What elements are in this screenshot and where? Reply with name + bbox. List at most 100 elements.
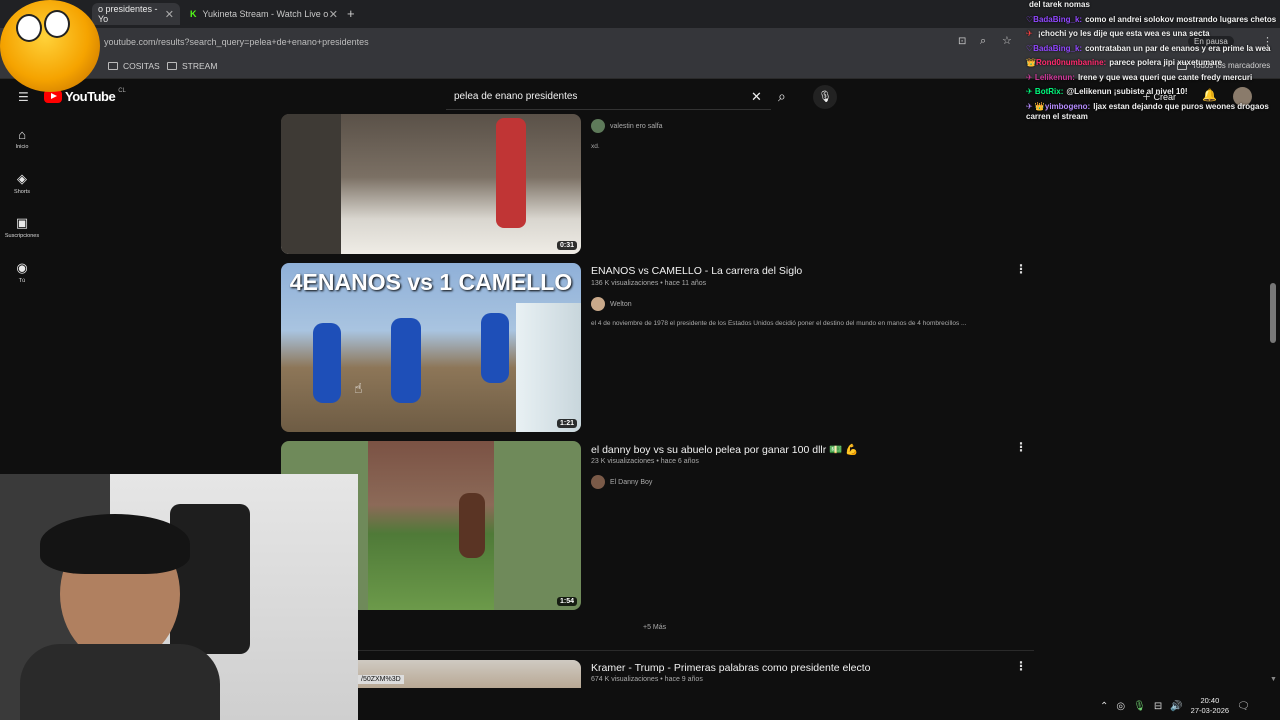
channel-link[interactable]: El Danny Boy [591,475,652,489]
chat-message: ✈ BotRix: @Lelikenun ¡subiste al nivel 10… [1026,87,1280,97]
chat-text: como el andrei solokov mostrando lugares… [1085,14,1277,24]
microphone-icon[interactable]: 🎙 [1133,701,1146,712]
sidebar-item-inicio[interactable]: ⌂ Inicio [0,127,44,150]
tab-kick-stream[interactable]: K Yukineta Stream - Watch Live o ✕ [184,3,344,25]
folder-icon [108,62,118,70]
thumbnail-text: 4ENANOS vs 1 CAMELLO [289,269,573,295]
home-icon: ⌂ [18,127,26,142]
chat-username[interactable]: ♡BadaBing_k: [1026,44,1082,53]
divider [358,650,1034,651]
more-actions-icon[interactable]: ⋮ [1015,440,1027,454]
tab-youtube-results[interactable]: o presidentes - Yo ✕ [92,3,180,25]
thumbnail-figure [313,323,341,403]
thumbnail-fence [516,303,581,432]
video-meta: 23 K visualizaciones • hace 6 años [591,458,699,465]
network-icon[interactable]: ⊟ [1154,701,1162,712]
channel-avatar [591,119,605,133]
url-fragment: /50ZXM%3D [358,675,404,684]
bookmark-label: COSITAS [123,61,160,71]
view-count: 23 K visualizaciones [591,458,655,465]
search-icon[interactable]: ⌕ [778,88,786,105]
chat-message: ✈ 👑yimbogeno: ljax estan dejando que puro… [1026,102,1280,122]
chevron-up-icon[interactable]: ⌃ [1100,701,1108,712]
chat-message: 👑Rond0numbanine: parece polera jipi xuxet… [1026,58,1280,68]
video-thumbnail[interactable]: 0:31 [281,114,581,254]
bookmark-stream[interactable]: STREAM [167,61,217,71]
hand-cursor-icon: ☝ [354,380,363,396]
sidebar-item-label: Shorts [14,189,30,195]
duration-badge: 0:31 [556,241,577,250]
notifications-icon[interactable]: 🗨 [1237,701,1250,712]
chat-username[interactable]: ✈ BotRix: [1026,87,1063,96]
channel-name: valestin ero salfa [610,122,663,130]
more-actions-icon[interactable]: ⋮ [1015,262,1027,276]
chat-username[interactable]: ✈ 👑yimbogeno: [1026,102,1090,111]
clock[interactable]: 20:40 27-03-2026 [1191,696,1229,716]
close-icon[interactable]: ✕ [165,8,174,21]
sidebar-item-label: Inicio [15,144,29,150]
upload-age: hace 11 años [664,280,707,287]
channel-link[interactable]: valestin ero salfa [591,119,663,133]
volume-icon[interactable]: 🔊 [1170,701,1182,712]
chat-text: contrataban un par de enanos y era prime… [1085,43,1271,53]
sidebar-item-label: Tú [18,278,26,284]
chat-message: ✈ Lelikenun: Irene y que wea queri que ca… [1026,73,1280,83]
emoji-eye [44,10,70,38]
chat-text: @Lelikenun ¡subiste al nivel 10! [1066,87,1188,96]
shorts-icon: ◈ [17,171,27,186]
duration-badge: 1:54 [556,597,577,606]
duration-badge: 1:21 [556,419,577,428]
thumbnail-figure [496,118,526,228]
menu-icon[interactable]: ☰ [18,90,29,104]
webcam-chair [170,504,250,654]
bookmark-cositas[interactable]: COSITAS [108,61,160,71]
view-count: 136 K visualizaciones [591,280,659,287]
webcam-hair [40,514,190,574]
channel-avatar [591,475,605,489]
scroll-down-icon[interactable]: ▼ [1270,676,1277,683]
chat-text: del tarek nomas [1029,0,1090,9]
video-meta: 674 K visualizaciones • hace 9 años [591,676,703,683]
url-text[interactable]: youtube.com/results?search_query=pelea+d… [104,37,369,47]
more-actions-icon[interactable]: ⋮ [1015,659,1027,673]
close-icon[interactable]: ✕ [329,8,338,21]
install-app-icon[interactable]: ⊡ [958,36,966,47]
channel-link[interactable]: Welton [591,297,632,311]
video-title[interactable]: el danny boy vs su abuelo pelea por gana… [591,443,858,456]
video-description: xd. [591,143,600,150]
upload-age: hace 9 años [664,676,703,683]
search-input[interactable]: pelea de enano presidentes [454,91,577,102]
show-more-button[interactable]: +5 Más [643,624,666,631]
user-circle-icon: ◉ [16,260,28,275]
video-title[interactable]: Kramer - Trump - Primeras palabras como … [591,662,871,674]
sidebar-item-you[interactable]: ◉ Tú [0,260,44,284]
clear-search-icon[interactable]: ✕ [751,89,762,105]
chat-text: ¡chochi yo les dije que esta wea es una … [1037,29,1210,38]
clock-date: 27-03-2026 [1190,706,1230,715]
channel-name: El Danny Boy [610,478,653,486]
chat-message: del tarek nomas [1026,0,1280,10]
chat-username[interactable]: 👑Rond0numbanine: [1026,58,1106,67]
video-meta: 136 K visualizaciones • hace 11 años [591,280,707,287]
sidebar-item-shorts[interactable]: ◈ Shorts [0,171,44,195]
new-tab-button[interactable]: + [347,6,355,21]
video-title[interactable]: ENANOS vs CAMELLO - La carrera del Siglo [591,265,802,277]
discord-icon[interactable]: ◎ [1116,701,1125,712]
chat-username[interactable]: ✈ [1026,29,1035,38]
tab-label: o presidentes - Yo [98,4,158,24]
channel-name: Welton [610,300,632,308]
video-thumbnail[interactable]: 4ENANOS vs 1 CAMELLO 1:21 [281,263,581,432]
voice-search-button[interactable]: 🎙 [813,85,837,109]
sidebar-item-subscriptions[interactable]: ▣ Suscripciones [0,215,44,239]
chat-message: ♡BadaBing_k: como el andrei solokov mostr… [1026,15,1280,25]
webcam-overlay [0,474,358,720]
chat-text: Irene y que wea queri que cante fredy me… [1077,72,1253,82]
chat-text: parece polera jipi xuxetumare [1109,58,1223,67]
scrollbar-thumb[interactable] [1270,283,1276,343]
zoom-icon[interactable]: ⌕ [980,35,986,48]
chat-username[interactable]: ✈ Lelikenun: [1026,73,1075,82]
bookmark-star-icon[interactable]: ☆ [1002,34,1012,47]
chat-message: ✈ ¡chochi yo les dije que esta wea es un… [1026,29,1280,39]
thumbnail-figure [481,313,509,383]
chat-username[interactable]: ♡BadaBing_k: [1026,15,1082,24]
